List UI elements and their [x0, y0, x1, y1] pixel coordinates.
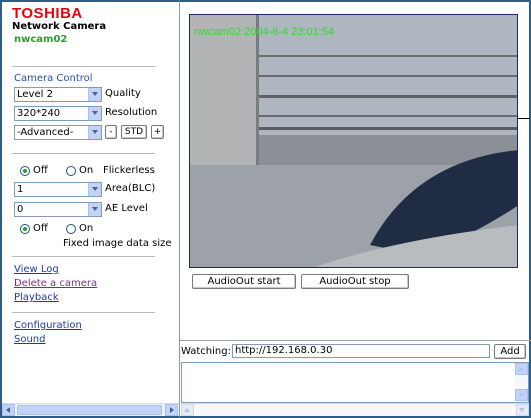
divider	[12, 153, 155, 154]
flickerless-on-radio[interactable]	[66, 166, 76, 176]
divider	[12, 66, 155, 67]
product-name: Network Camera	[12, 21, 107, 32]
playback-link[interactable]: Playback	[14, 292, 59, 303]
fixed-size-off-radio[interactable]	[20, 224, 30, 234]
log-vertical-scrollbar[interactable]	[515, 363, 528, 402]
chevron-down-icon[interactable]	[88, 107, 101, 120]
resolution-select[interactable]: 320*240	[14, 106, 102, 121]
window-frame-line	[256, 75, 517, 77]
ae-level-label: AE Level	[105, 203, 148, 214]
ae-level-value: 0	[17, 204, 24, 215]
flickerless-off-label: Off	[33, 165, 48, 176]
window-sill	[256, 127, 517, 130]
quality-value: Level 2	[17, 89, 53, 100]
fixed-size-label: Fixed image data size	[63, 238, 172, 249]
scroll-right-icon[interactable]	[165, 404, 178, 416]
audio-out-stop-button[interactable]: AudioOut stop	[301, 274, 409, 289]
advanced-value: -Advanced-	[17, 127, 74, 138]
add-button[interactable]: Add	[494, 344, 526, 359]
increase-button[interactable]: +	[151, 125, 164, 139]
divider	[180, 340, 531, 341]
area-blc-value: 1	[17, 184, 24, 195]
left-horizontal-scrollbar[interactable]	[2, 403, 179, 416]
resolution-value: 320*240	[17, 108, 61, 119]
view-log-link[interactable]: View Log	[14, 264, 59, 275]
decrease-button[interactable]: -	[105, 125, 117, 139]
quality-select[interactable]: Level 2	[14, 87, 102, 102]
flickerless-on-label: On	[79, 165, 94, 176]
fixed-size-on-label: On	[79, 223, 94, 234]
camera-image: nwcam02 2004-8-4 23:01:54	[190, 15, 517, 267]
camera-name: nwcam02	[14, 34, 68, 45]
area-blc-select[interactable]: 1	[14, 182, 102, 197]
scroll-right-icon[interactable]	[516, 404, 529, 416]
scrollbar-thumb[interactable]	[17, 405, 162, 415]
watching-url-field[interactable]: http://192.168.0.30	[232, 344, 490, 358]
toshiba-logo: TOSHIBA	[12, 5, 83, 22]
flickerless-off-radio[interactable]	[20, 166, 30, 176]
quality-label: Quality	[105, 88, 141, 99]
ae-level-select[interactable]: 0	[14, 202, 102, 217]
audio-out-start-button[interactable]: AudioOut start	[192, 274, 296, 289]
chevron-down-icon[interactable]	[88, 183, 101, 196]
scroll-down-icon[interactable]	[515, 389, 528, 401]
scroll-left-icon[interactable]	[2, 404, 15, 416]
advanced-select[interactable]: -Advanced-	[14, 125, 102, 140]
flickerless-label: Flickerless	[103, 165, 155, 176]
window-frame-line	[256, 55, 517, 57]
log-textarea[interactable]	[181, 362, 529, 403]
camera-control-title: Camera Control	[14, 73, 93, 84]
chevron-down-icon[interactable]	[88, 126, 101, 139]
window-frame-line	[256, 115, 517, 117]
brand-block: TOSHIBA Network Camera nwcam02	[12, 6, 106, 46]
scroll-left-icon[interactable]	[181, 404, 194, 416]
resolution-label: Resolution	[105, 107, 158, 118]
fixed-size-on-radio[interactable]	[66, 224, 76, 234]
delete-camera-link[interactable]: Delete a camera	[14, 278, 97, 289]
divider	[12, 256, 155, 257]
scroll-up-icon[interactable]	[515, 363, 528, 375]
video-timestamp-overlay: nwcam02 2004-8-4 23:01:54	[194, 26, 334, 38]
configuration-link[interactable]: Configuration	[14, 320, 82, 331]
divider	[12, 312, 155, 313]
area-blc-label: Area(BLC)	[105, 183, 156, 194]
chevron-down-icon[interactable]	[88, 88, 101, 101]
chevron-down-icon[interactable]	[88, 203, 101, 216]
sound-link[interactable]: Sound	[14, 334, 46, 345]
right-horizontal-scrollbar[interactable]	[181, 403, 529, 416]
watching-label: Watching:	[181, 346, 231, 357]
window-frame-line	[256, 95, 517, 98]
camera-video-feed: nwcam02 2004-8-4 23:01:54	[189, 14, 518, 268]
std-button[interactable]: STD	[121, 125, 147, 139]
pointer-line	[518, 118, 530, 119]
fixed-size-off-label: Off	[33, 223, 48, 234]
